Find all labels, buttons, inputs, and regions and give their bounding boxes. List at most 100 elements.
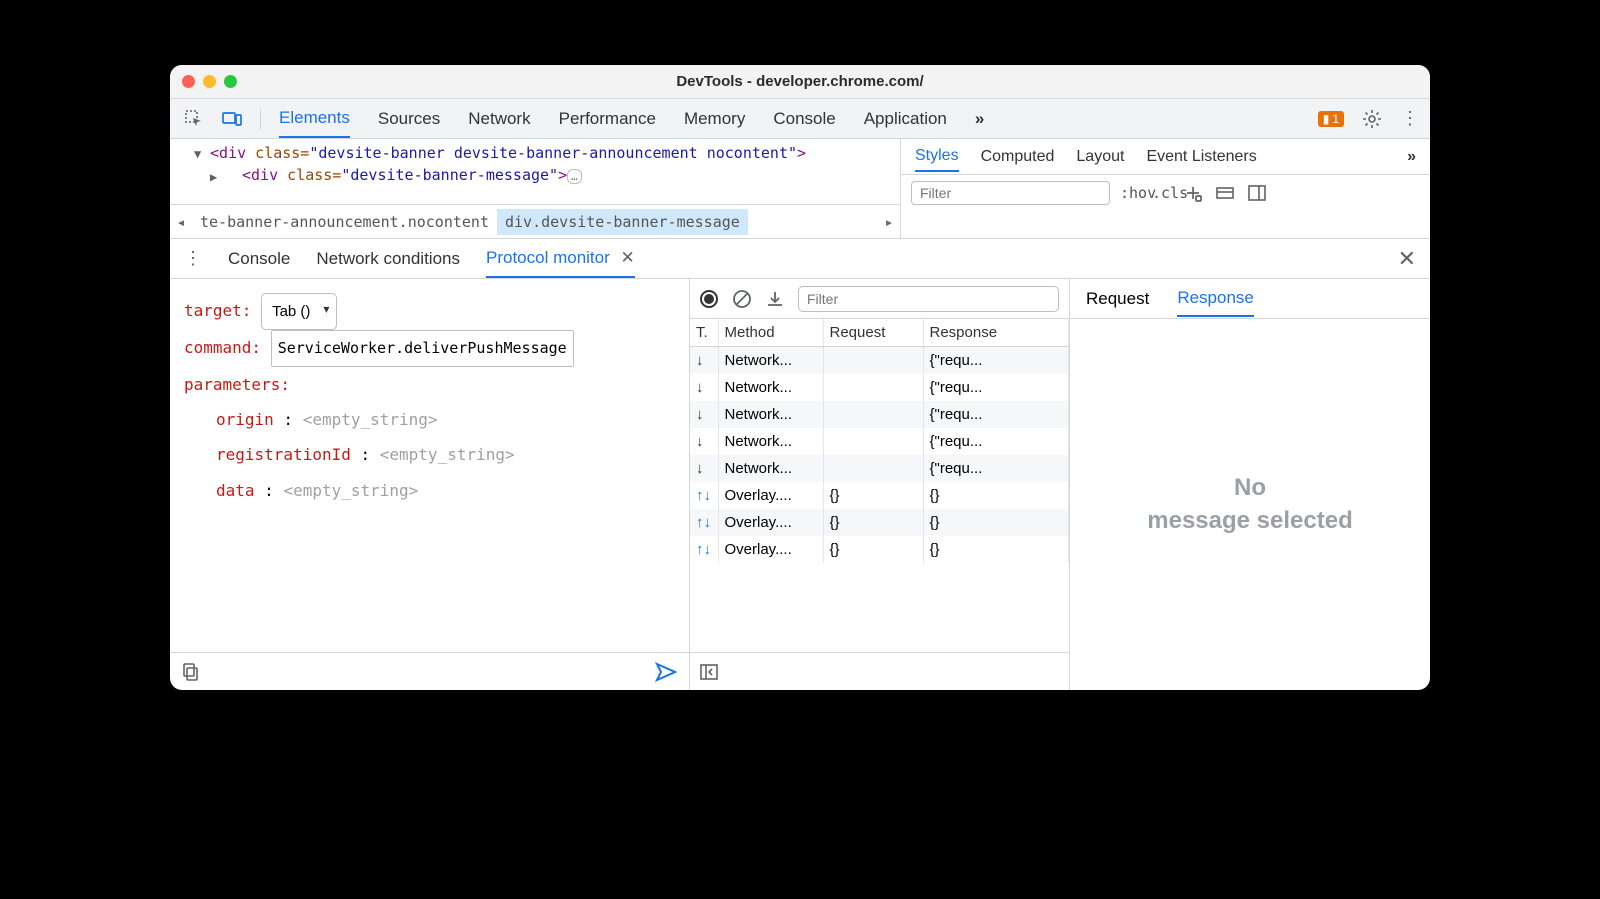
tab-elements[interactable]: Elements xyxy=(279,100,350,138)
target-label: target: xyxy=(184,301,251,320)
param-origin-value[interactable]: <empty_string> xyxy=(303,410,438,429)
col-request[interactable]: Request xyxy=(823,319,923,347)
issues-count: 1 xyxy=(1332,112,1339,126)
row-method: Overlay.... xyxy=(718,536,823,563)
breadcrumb-scroll-right-icon[interactable]: ▸ xyxy=(878,213,900,231)
row-direction-icon: ↓ xyxy=(690,374,718,401)
row-response: {"requ... xyxy=(923,401,1069,428)
breadcrumb-scroll-left-icon[interactable]: ◂ xyxy=(170,213,192,231)
window-title: DevTools - developer.chrome.com/ xyxy=(170,73,1430,90)
new-style-rule-icon[interactable] xyxy=(1184,184,1206,202)
titlebar: DevTools - developer.chrome.com/ xyxy=(170,65,1430,99)
more-options-icon[interactable]: ⋮ xyxy=(1400,108,1420,129)
row-request: {} xyxy=(823,482,923,509)
row-direction-icon: ↑↓ xyxy=(690,509,718,536)
protocol-filter-input[interactable] xyxy=(798,286,1059,312)
row-request xyxy=(823,455,923,482)
copy-command-icon[interactable] xyxy=(182,663,200,681)
breadcrumb-item[interactable]: te-banner-announcement.nocontent xyxy=(192,209,497,235)
sidetabs-overflow-icon[interactable]: » xyxy=(1407,148,1416,166)
row-method: Network... xyxy=(718,374,823,401)
devtools-window: DevTools - developer.chrome.com/ Element… xyxy=(170,65,1430,690)
no-message-placeholder: Nomessage selected xyxy=(1070,319,1430,690)
target-select[interactable]: Tab () xyxy=(261,293,337,330)
expand-ellipsis[interactable]: … xyxy=(567,169,582,184)
param-data-label: data xyxy=(216,481,255,500)
computed-styles-icon[interactable] xyxy=(1216,185,1238,201)
drawer-more-icon[interactable]: ⋮ xyxy=(184,248,202,269)
device-toolbar-icon[interactable] xyxy=(222,111,242,127)
protocol-row[interactable]: ↑↓Overlay....{}{} xyxy=(690,482,1069,509)
toggle-sidebar-icon[interactable] xyxy=(1248,185,1270,201)
protocol-message-detail: Request Response Nomessage selected xyxy=(1070,279,1430,690)
row-request xyxy=(823,428,923,455)
col-response[interactable]: Response xyxy=(923,319,1069,347)
tab-performance[interactable]: Performance xyxy=(559,101,656,137)
hov-toggle[interactable]: :hov xyxy=(1120,184,1142,202)
row-response: {"requ... xyxy=(923,374,1069,401)
row-method: Overlay.... xyxy=(718,509,823,536)
drawer-tab-network-conditions[interactable]: Network conditions xyxy=(316,249,460,269)
record-button[interactable] xyxy=(700,290,718,308)
dom-tag: <div xyxy=(210,144,246,162)
settings-icon[interactable] xyxy=(1362,109,1382,129)
tabs-overflow-icon[interactable]: » xyxy=(975,101,984,137)
dom-breadcrumb[interactable]: ◂ te-banner-announcement.nocontent div.d… xyxy=(170,204,900,238)
collapse-sidebar-icon[interactable] xyxy=(700,664,718,680)
send-command-icon[interactable] xyxy=(655,662,677,682)
command-input[interactable]: ServiceWorker.deliverPushMessage xyxy=(271,330,574,367)
detail-tab-response[interactable]: Response xyxy=(1177,288,1254,317)
row-request: {} xyxy=(823,509,923,536)
dom-tree[interactable]: ▼ <div class="devsite-banner devsite-ban… xyxy=(170,139,900,204)
row-response: {"requ... xyxy=(923,455,1069,482)
issues-badge[interactable]: ▮ 1 xyxy=(1318,111,1344,127)
clear-icon[interactable] xyxy=(732,289,752,309)
row-direction-icon: ↓ xyxy=(690,455,718,482)
row-method: Network... xyxy=(718,455,823,482)
sidetab-computed[interactable]: Computed xyxy=(981,148,1055,166)
tab-sources[interactable]: Sources xyxy=(378,101,440,137)
tab-network[interactable]: Network xyxy=(468,101,530,137)
sidetab-styles[interactable]: Styles xyxy=(915,147,959,172)
drawer-tab-console[interactable]: Console xyxy=(228,249,290,269)
row-response: {} xyxy=(923,536,1069,563)
sidetab-layout[interactable]: Layout xyxy=(1076,148,1124,166)
param-data-value[interactable]: <empty_string> xyxy=(283,481,418,500)
protocol-row[interactable]: ↓Network... {"requ... xyxy=(690,455,1069,482)
detail-tab-request[interactable]: Request xyxy=(1086,289,1149,309)
close-drawer-icon[interactable]: ✕ xyxy=(1398,246,1416,272)
protocol-row[interactable]: ↓Network... {"requ... xyxy=(690,374,1069,401)
protocol-row[interactable]: ↓Network...{"requ... xyxy=(690,401,1069,428)
protocol-command-editor: target: Tab () command: ServiceWorker.de… xyxy=(170,279,690,690)
row-response: {} xyxy=(923,509,1069,536)
param-registrationid-value[interactable]: <empty_string> xyxy=(380,445,515,464)
breadcrumb-item-selected[interactable]: div.devsite-banner-message xyxy=(497,209,748,235)
protocol-row[interactable]: ↓Network...{"requ... xyxy=(690,428,1069,455)
tab-console[interactable]: Console xyxy=(773,101,835,137)
row-response: {} xyxy=(923,482,1069,509)
protocol-monitor-panel: target: Tab () command: ServiceWorker.de… xyxy=(170,279,1430,690)
drawer-tabs: ⋮ Console Network conditions Protocol mo… xyxy=(170,239,1430,279)
main-panel-tabs: Elements Sources Network Performance Mem… xyxy=(279,100,1300,137)
styles-filter-input[interactable] xyxy=(911,181,1110,205)
tab-memory[interactable]: Memory xyxy=(684,101,745,137)
protocol-row[interactable]: ↑↓Overlay....{}{} xyxy=(690,536,1069,563)
row-method: Network... xyxy=(718,428,823,455)
col-type[interactable]: T. xyxy=(690,319,718,347)
command-label: command: xyxy=(184,338,261,357)
cls-toggle[interactable]: .cls xyxy=(1152,184,1174,202)
sidetab-event-listeners[interactable]: Event Listeners xyxy=(1146,148,1256,166)
col-method[interactable]: Method xyxy=(718,319,823,347)
row-method: Overlay.... xyxy=(718,482,823,509)
drawer-tab-protocol-monitor[interactable]: Protocol monitor ✕ xyxy=(486,248,635,278)
row-method: Network... xyxy=(718,347,823,375)
protocol-row[interactable]: ↓Network...{"requ... xyxy=(690,347,1069,375)
download-icon[interactable] xyxy=(766,290,784,308)
tab-application[interactable]: Application xyxy=(864,101,947,137)
row-request xyxy=(823,401,923,428)
protocol-row[interactable]: ↑↓Overlay....{}{} xyxy=(690,509,1069,536)
param-registrationid-label: registrationId xyxy=(216,445,351,464)
close-tab-icon[interactable]: ✕ xyxy=(621,248,635,267)
inspect-element-icon[interactable] xyxy=(184,110,204,128)
row-method: Network... xyxy=(718,401,823,428)
